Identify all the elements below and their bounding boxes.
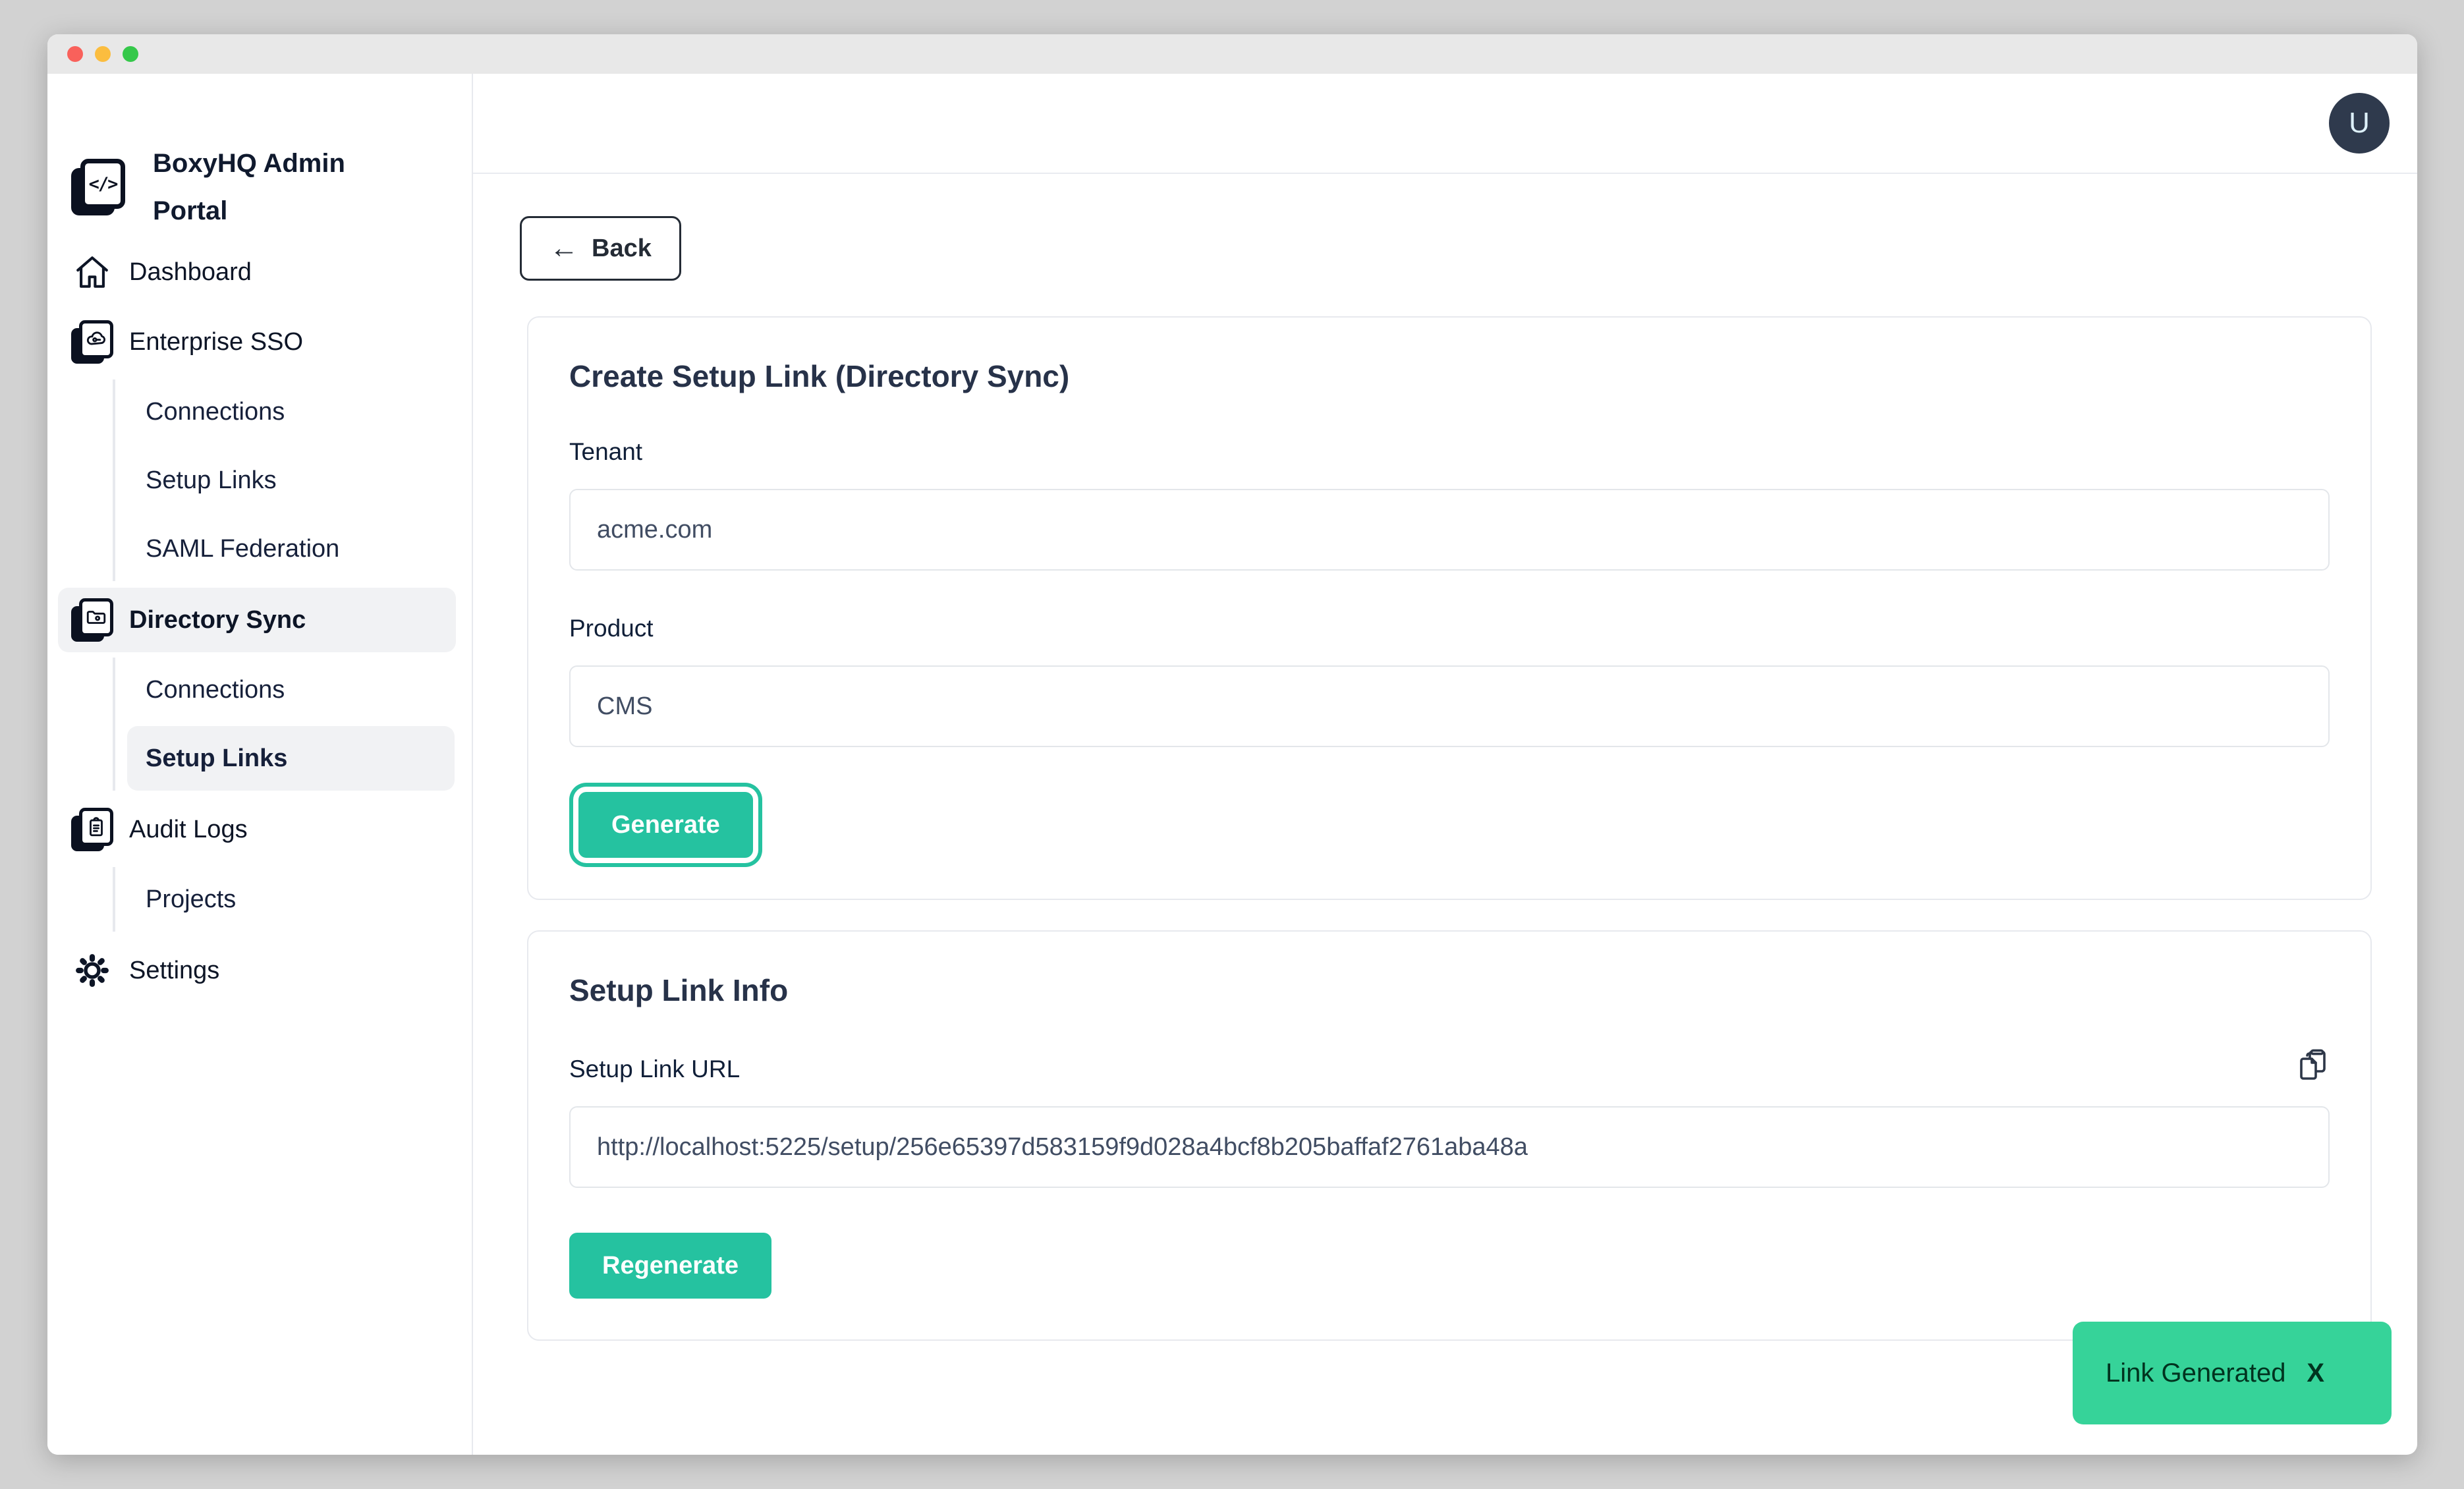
tenant-label: Tenant: [569, 437, 2330, 466]
sidebar-subitem-saml-federation[interactable]: SAML Federation: [127, 517, 455, 581]
copy-url-button[interactable]: [2298, 1048, 2330, 1084]
boxyhq-logo-icon: </>: [71, 159, 125, 215]
sidebar-item-settings[interactable]: Settings: [58, 938, 456, 1003]
app-window: </> BoxyHQ Admin Portal Dashboard: [47, 34, 2417, 1455]
main-area: U ← Back Create Setup Link (Directory Sy…: [473, 74, 2417, 1455]
setup-link-info-card: Setup Link Info Setup Link URL: [527, 930, 2372, 1341]
enterprise-sso-subnav: Connections Setup Links SAML Federation: [113, 379, 456, 581]
directory-sync-subnav: Connections Setup Links: [113, 658, 456, 791]
code-glyph: </>: [89, 174, 117, 194]
setup-link-url-field[interactable]: [569, 1106, 2330, 1188]
card-title: Setup Link Info: [569, 972, 2330, 1008]
audit-logs-subnav: Projects: [113, 867, 456, 932]
card-title: Create Setup Link (Directory Sync): [569, 358, 2330, 394]
create-setup-link-card: Create Setup Link (Directory Sync) Tenan…: [527, 316, 2372, 900]
clipboard-keycap-icon: [71, 808, 113, 851]
window-close-button[interactable]: [67, 46, 83, 62]
toast-notification: Link Generated X: [2073, 1322, 2392, 1424]
regenerate-button[interactable]: Regenerate: [569, 1233, 771, 1299]
sidebar-subitem-sso-connections[interactable]: Connections: [127, 379, 455, 444]
back-button[interactable]: ← Back: [520, 216, 681, 281]
product-label: Product: [569, 614, 2330, 643]
brand[interactable]: </> BoxyHQ Admin Portal: [47, 140, 472, 235]
window-zoom-button[interactable]: [123, 46, 138, 62]
sidebar-item-label: Audit Logs: [129, 816, 248, 844]
sidebar-item-label: Settings: [129, 957, 219, 985]
back-arrow-icon: ←: [549, 234, 578, 263]
product-field[interactable]: [569, 665, 2330, 747]
folder-keycap-icon: [71, 598, 113, 642]
sidebar-subitem-dsync-setup-links[interactable]: Setup Links: [127, 726, 455, 791]
sso-cloud-keycap-icon: [71, 320, 113, 364]
page-content: ← Back Create Setup Link (Directory Sync…: [473, 174, 2417, 1341]
sidebar-item-directory-sync[interactable]: Directory Sync: [58, 588, 456, 652]
sidebar-item-dashboard[interactable]: Dashboard: [58, 240, 456, 304]
sidebar-item-label: Enterprise SSO: [129, 328, 303, 356]
sidebar-item-audit-logs[interactable]: Audit Logs: [58, 797, 456, 862]
toast-message: Link Generated: [2106, 1359, 2286, 1388]
user-avatar[interactable]: U: [2329, 93, 2390, 154]
sidebar-item-enterprise-sso[interactable]: Enterprise SSO: [58, 310, 456, 374]
setup-link-url-row: Setup Link URL: [569, 1048, 2330, 1084]
sidebar-item-label: Directory Sync: [129, 606, 306, 634]
sidebar: </> BoxyHQ Admin Portal Dashboard: [47, 74, 473, 1455]
sidebar-subitem-dsync-connections[interactable]: Connections: [127, 658, 455, 722]
sidebar-subitem-projects[interactable]: Projects: [127, 867, 455, 932]
window-titlebar: [47, 34, 2417, 74]
generate-button[interactable]: Generate: [578, 792, 753, 858]
gear-icon: [71, 949, 113, 992]
tenant-field[interactable]: [569, 489, 2330, 571]
app-body: </> BoxyHQ Admin Portal Dashboard: [47, 74, 2417, 1455]
sidebar-subitem-sso-setup-links[interactable]: Setup Links: [127, 448, 455, 513]
toast-close-button[interactable]: X: [2303, 1358, 2328, 1389]
clipboard-copy-icon: [2298, 1048, 2330, 1084]
home-icon: [71, 250, 113, 294]
brand-title: BoxyHQ Admin Portal: [153, 140, 383, 235]
sidebar-item-label: Dashboard: [129, 258, 252, 287]
setup-link-url-label: Setup Link URL: [569, 1055, 740, 1084]
sidebar-nav: Dashboard: [47, 240, 472, 1003]
topbar: U: [473, 74, 2417, 174]
window-minimize-button[interactable]: [95, 46, 111, 62]
